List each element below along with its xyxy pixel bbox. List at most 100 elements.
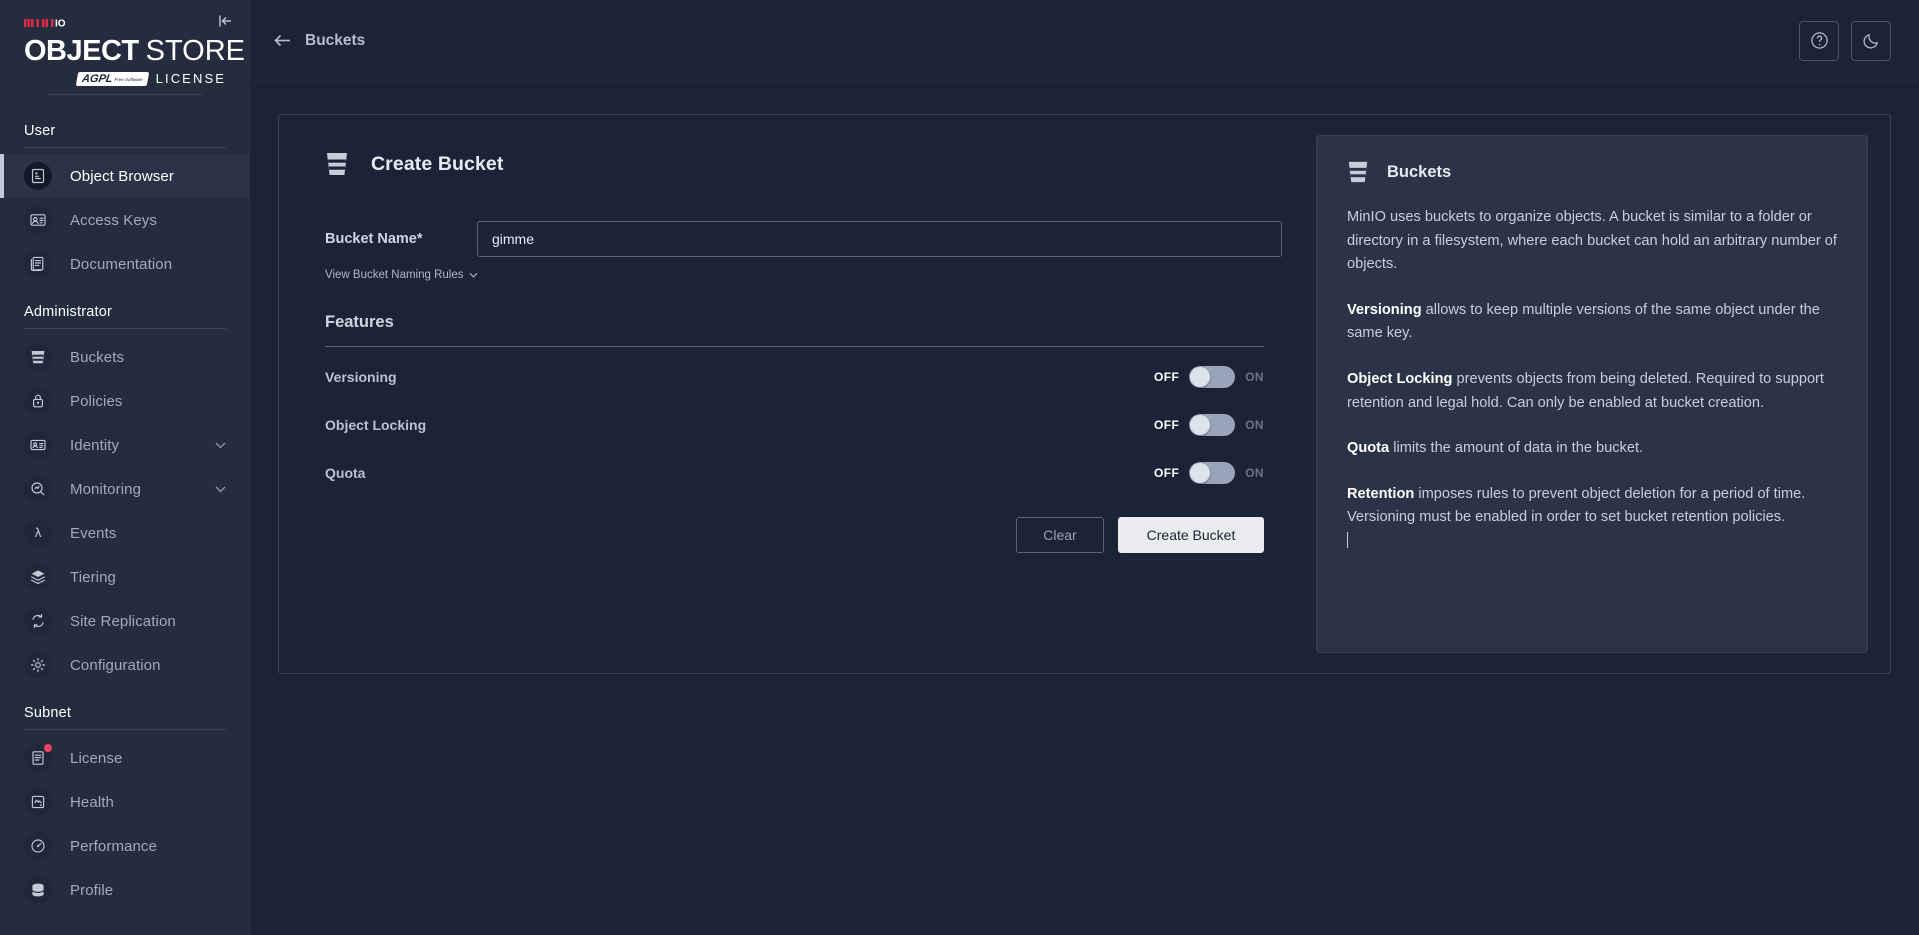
sidebar-item-object-browser[interactable]: Object Browser bbox=[0, 154, 250, 198]
sidebar-item-profile[interactable]: Profile bbox=[0, 868, 250, 912]
bucket-icon bbox=[325, 151, 349, 177]
feature-toggle-group: OFF ON bbox=[1154, 414, 1264, 436]
create-bucket-button[interactable]: Create Bucket bbox=[1118, 517, 1264, 553]
logo-object-text: OBJECT bbox=[24, 35, 139, 67]
agpl-subtext: Free Software bbox=[113, 76, 144, 82]
help-box: Buckets MinIO uses buckets to organize o… bbox=[1316, 135, 1868, 653]
topbar-actions bbox=[1799, 20, 1891, 61]
sidebar-item-label: Identity bbox=[70, 436, 120, 454]
feature-toggle-group: OFF ON bbox=[1154, 366, 1264, 388]
sidebar-item-buckets[interactable]: Buckets bbox=[0, 335, 250, 379]
toggle-on-label: ON bbox=[1245, 418, 1264, 432]
tiering-layers-icon bbox=[24, 563, 52, 591]
help-term: Object Locking bbox=[1347, 370, 1453, 387]
sidebar-section-divider bbox=[24, 729, 226, 730]
profile-stack-icon bbox=[24, 876, 52, 904]
feature-label: Object Locking bbox=[325, 417, 427, 433]
sidebar-item-tiering[interactable]: Tiering bbox=[0, 555, 250, 599]
arrow-left-icon[interactable] bbox=[274, 34, 291, 47]
help-circle-icon[interactable] bbox=[1799, 20, 1839, 61]
sidebar-section-divider bbox=[24, 328, 226, 329]
policies-lock-icon bbox=[24, 387, 52, 415]
sidebar-item-configuration[interactable]: Configuration bbox=[0, 643, 250, 687]
help-body: MinIO uses buckets to organize objects. … bbox=[1347, 206, 1837, 554]
view-bucket-naming-rules-link[interactable]: View Bucket Naming Rules bbox=[325, 269, 478, 281]
help-paragraph: Retention imposes rules to prevent objec… bbox=[1347, 483, 1837, 554]
sidebar-item-monitoring[interactable]: Monitoring bbox=[0, 467, 250, 511]
sidebar-item-documentation[interactable]: Documentation bbox=[0, 242, 250, 286]
sidebar-section-title: Subnet bbox=[24, 705, 72, 721]
features-heading: Features bbox=[325, 313, 394, 331]
help-paragraph: Quota limits the amount of data in the b… bbox=[1347, 437, 1837, 461]
features-divider bbox=[325, 346, 1264, 347]
text-caret bbox=[1347, 531, 1348, 548]
sidebar-item-label: Events bbox=[70, 524, 117, 542]
form-actions: Clear Create Bucket bbox=[325, 517, 1264, 553]
feature-row: Quota OFF ON bbox=[307, 455, 1282, 491]
agpl-text: AGPL bbox=[80, 72, 114, 85]
feature-label: Quota bbox=[325, 465, 366, 481]
events-lambda-icon: λ bbox=[24, 519, 52, 547]
sidebar-item-site-replication[interactable]: Site Replication bbox=[0, 599, 250, 643]
sidebar-item-label: Configuration bbox=[70, 656, 161, 674]
clear-button[interactable]: Clear bbox=[1016, 517, 1104, 553]
sidebar-item-identity[interactable]: Identity bbox=[0, 423, 250, 467]
chevron-down-icon bbox=[469, 269, 478, 281]
logo-divider bbox=[48, 94, 202, 95]
help-term: Quota bbox=[1347, 440, 1390, 457]
agpl-badge: AGPL Free Software bbox=[75, 71, 149, 86]
toggle-on-label: ON bbox=[1245, 370, 1264, 384]
help-paragraph: Versioning allows to keep multiple versi… bbox=[1347, 299, 1837, 346]
health-icon bbox=[24, 788, 52, 816]
breadcrumb[interactable]: Buckets bbox=[274, 32, 365, 50]
toggle-knob bbox=[1190, 463, 1211, 483]
sidebar-item-health[interactable]: Health bbox=[0, 780, 250, 824]
sidebar-item-access-keys[interactable]: Access Keys bbox=[0, 198, 250, 242]
documentation-icon bbox=[24, 250, 52, 278]
sidebar-sections: User Object Browser Access Keys Documentati… bbox=[0, 105, 250, 912]
sidebar-item-label: Tiering bbox=[70, 568, 116, 586]
chevron-down-icon[interactable] bbox=[215, 442, 226, 449]
help-title: Buckets bbox=[1387, 162, 1452, 181]
sidebar: IO OBJECT STORE AGPL Free Software LICEN… bbox=[0, 0, 250, 935]
bucket-name-label: Bucket Name* bbox=[325, 231, 423, 247]
moon-icon[interactable] bbox=[1851, 20, 1891, 61]
sidebar-item-performance[interactable]: Performance bbox=[0, 824, 250, 868]
sidebar-item-label: Policies bbox=[70, 392, 123, 410]
app-root: IO OBJECT STORE AGPL Free Software LICEN… bbox=[0, 0, 1919, 935]
gear-icon bbox=[24, 651, 52, 679]
collapse-sidebar-icon[interactable] bbox=[214, 10, 236, 32]
feature-label: Versioning bbox=[325, 369, 397, 385]
sidebar-item-events[interactable]: λ Events bbox=[0, 511, 250, 555]
topbar: Buckets bbox=[250, 0, 1919, 82]
sidebar-item-label: Monitoring bbox=[70, 480, 142, 498]
toggle-off-label: OFF bbox=[1153, 466, 1180, 480]
sidebar-section-title: Administrator bbox=[24, 304, 113, 320]
svg-text:IO: IO bbox=[55, 19, 66, 30]
toggle-versioning[interactable] bbox=[1189, 366, 1236, 388]
sidebar-item-license[interactable]: License bbox=[0, 736, 250, 780]
toggle-object-locking[interactable] bbox=[1189, 414, 1236, 436]
svg-text:λ: λ bbox=[34, 526, 41, 540]
toggle-quota[interactable] bbox=[1189, 462, 1236, 484]
toggle-off-label: OFF bbox=[1153, 370, 1180, 384]
bucket-name-input[interactable] bbox=[477, 221, 1282, 257]
sidebar-item-label: Buckets bbox=[70, 348, 125, 366]
create-bucket-form: Create Bucket Bucket Name* View Bucket N… bbox=[279, 115, 1316, 673]
help-text: limits the amount of data in the bucket. bbox=[1389, 440, 1644, 457]
logo-store-text: STORE bbox=[145, 35, 246, 67]
monitoring-magnifier-icon bbox=[24, 475, 52, 503]
help-term: Versioning bbox=[1347, 301, 1422, 318]
create-bucket-panel: Create Bucket Bucket Name* View Bucket N… bbox=[278, 114, 1891, 674]
sidebar-item-label: License bbox=[70, 749, 123, 767]
sidebar-item-label: Health bbox=[70, 793, 114, 811]
help-paragraph: MinIO uses buckets to organize objects. … bbox=[1347, 206, 1837, 277]
feature-toggle-group: OFF ON bbox=[1154, 462, 1264, 484]
help-term: Retention bbox=[1347, 485, 1415, 502]
help-paragraph: Object Locking prevents objects from bei… bbox=[1347, 368, 1837, 415]
sidebar-item-policies[interactable]: Policies bbox=[0, 379, 250, 423]
sidebar-section-divider bbox=[24, 147, 226, 148]
chevron-down-icon[interactable] bbox=[215, 486, 226, 493]
bucket-icon bbox=[24, 343, 52, 371]
form-header: Create Bucket bbox=[307, 151, 1282, 177]
